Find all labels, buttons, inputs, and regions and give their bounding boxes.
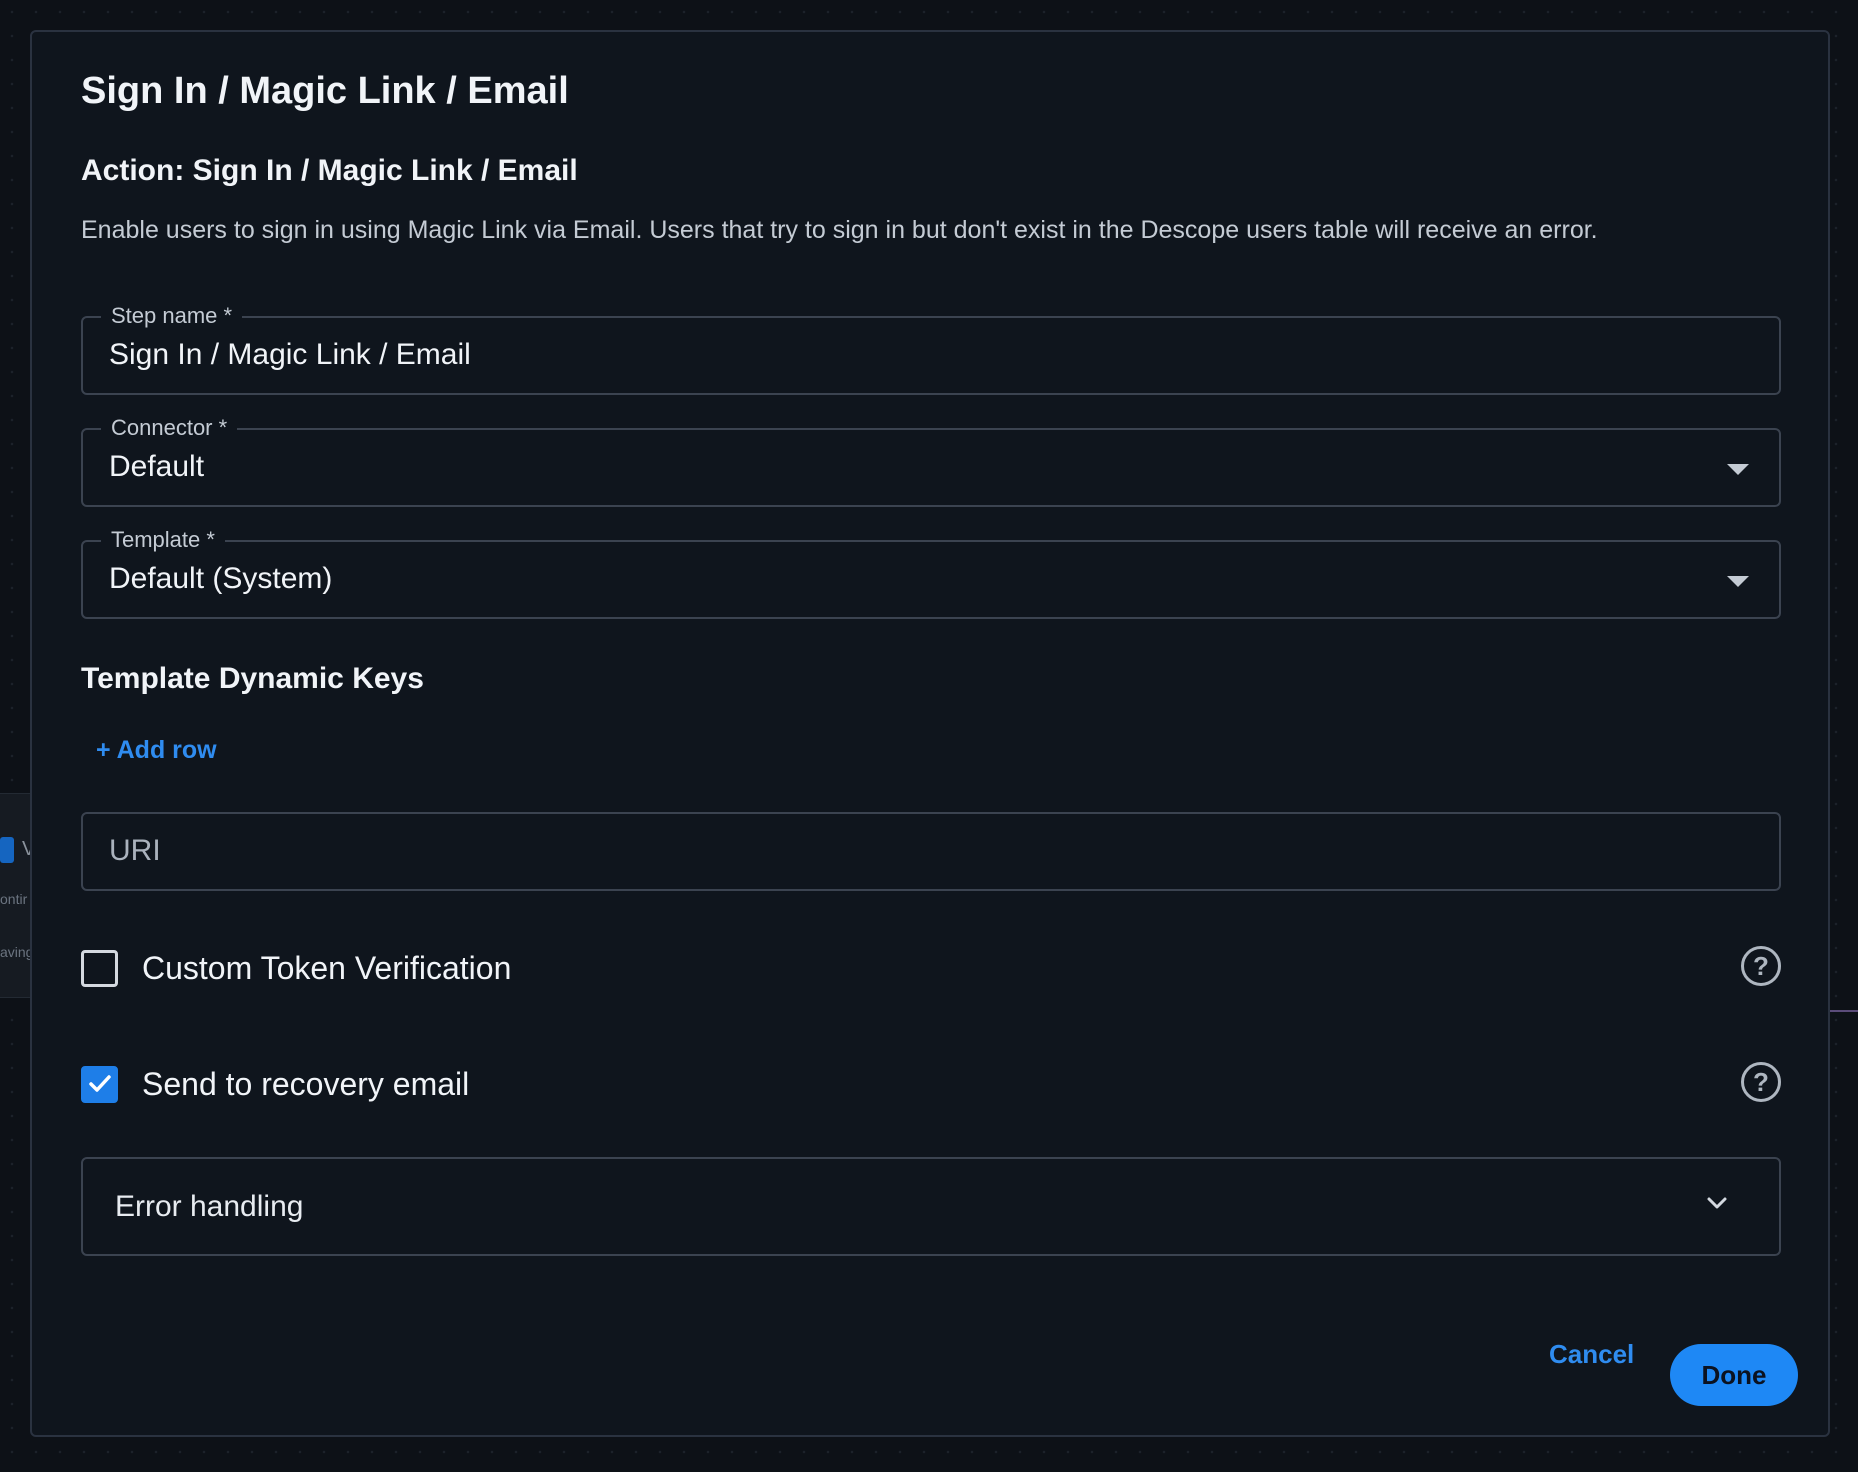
node-fragment-text: ontir: [0, 891, 28, 907]
dialog-title: Sign In / Magic Link / Email: [81, 70, 569, 112]
checkmark-icon: [89, 1075, 111, 1092]
uri-placeholder: URI: [109, 834, 161, 867]
custom-token-label[interactable]: Custom Token Verification: [142, 950, 511, 987]
question-circle-icon[interactable]: ?: [1741, 1062, 1781, 1102]
chevron-down-icon[interactable]: [1705, 1195, 1729, 1211]
error-handling-label: Error handling: [115, 1190, 304, 1223]
node-fragment-text: aving: [0, 944, 34, 960]
template-dynamic-keys-heading: Template Dynamic Keys: [81, 662, 424, 695]
connector-label: Connector *: [101, 412, 238, 444]
canvas-node-fragment-right: [1828, 845, 1858, 1012]
node-icon: [0, 837, 14, 863]
step-config-dialog: Sign In / Magic Link / Email Action: Sig…: [30, 30, 1830, 1437]
action-title: Action: Sign In / Magic Link / Email: [81, 154, 578, 187]
step-name-label: Step name *: [101, 300, 243, 332]
custom-token-verification-row: Custom Token Verification ?: [81, 946, 1781, 990]
action-description: Enable users to sign in using Magic Link…: [81, 216, 1598, 244]
uri-input[interactable]: URI: [81, 812, 1781, 891]
recovery-email-label[interactable]: Send to recovery email: [142, 1066, 469, 1103]
question-circle-icon[interactable]: ?: [1741, 946, 1781, 986]
custom-token-checkbox[interactable]: [81, 950, 118, 987]
cancel-button[interactable]: Cancel: [1549, 1339, 1634, 1370]
connector-line: [1828, 1010, 1858, 1012]
canvas-node-fragment: V ontir aving: [0, 793, 35, 998]
done-button[interactable]: Done: [1670, 1344, 1798, 1406]
template-select[interactable]: Template * Default (System): [81, 524, 1781, 619]
connector-select[interactable]: Connector * Default: [81, 412, 1781, 507]
step-name-value[interactable]: Sign In / Magic Link / Email: [109, 338, 471, 372]
connector-value: Default: [109, 450, 205, 483]
caret-down-icon[interactable]: [1727, 576, 1749, 587]
recovery-email-row: Send to recovery email ?: [81, 1062, 1781, 1106]
template-label: Template *: [101, 524, 225, 556]
caret-down-icon[interactable]: [1727, 464, 1749, 475]
error-handling-accordion[interactable]: Error handling: [81, 1157, 1781, 1256]
template-value: Default (System): [109, 562, 333, 595]
recovery-email-checkbox[interactable]: [81, 1066, 118, 1103]
add-row-button[interactable]: + Add row: [96, 736, 217, 765]
step-name-field[interactable]: Step name * Sign In / Magic Link / Email: [81, 300, 1781, 395]
